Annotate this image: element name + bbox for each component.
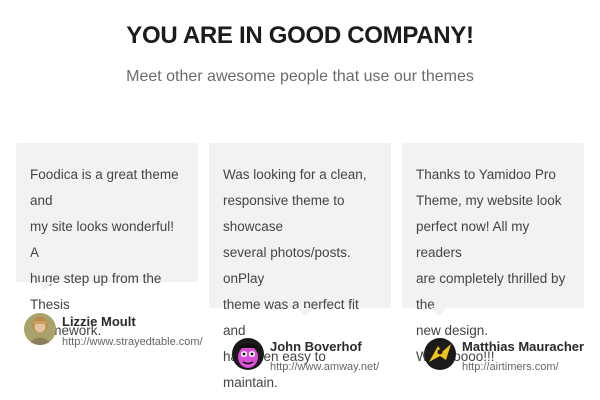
testimonial-text-line: Foodica is a great theme and	[30, 167, 179, 208]
section-title: YOU ARE IN GOOD COMPANY!	[126, 22, 474, 49]
card-pointer	[297, 308, 313, 316]
testimonial-text-line: several photos/posts. onPlay	[223, 245, 351, 286]
testimonial-text-line: Thanks to Yamidoo Pro	[416, 167, 556, 182]
testimonial-text-line: Theme, my website look	[416, 193, 562, 208]
testimonial-text-line: perfect now! All my readers	[416, 219, 530, 260]
author-website-link[interactable]: http://www.amway.net/	[270, 361, 379, 373]
testimonial-text-line: Was looking for a clean,	[223, 167, 367, 182]
testimonial-card: Foodica is a great theme and my site loo…	[16, 143, 198, 338]
card-pointer	[431, 308, 447, 316]
author-name: Matthias Mauracher	[462, 339, 585, 354]
testimonial-text-line: theme was a perfect fit and	[223, 297, 359, 338]
card-pointer	[37, 282, 53, 290]
section-subtitle: Meet other awesome people that use our t…	[126, 68, 474, 85]
testimonial-card: Thanks to Yamidoo Pro Theme, my website …	[402, 143, 584, 364]
author-website-link[interactable]: http://airtimers.com/	[462, 361, 559, 373]
testimonial-card: Was looking for a clean, responsive them…	[209, 143, 391, 390]
testimonial-text-line: huge step up from the Thesis	[30, 271, 162, 312]
author-name: John Boverhof	[270, 339, 362, 354]
author-name: Lizzie Moult	[62, 314, 136, 329]
avatar-yellow-logo-icon	[424, 338, 456, 370]
avatar-cartoon-face-icon	[232, 338, 264, 370]
author-website-link[interactable]: http://www.strayedtable.com/	[62, 336, 203, 348]
avatar-woman-photo-icon	[24, 313, 56, 345]
testimonial-text-line: my site looks wonderful! A	[30, 219, 175, 260]
testimonial-text-line: responsive theme to showcase	[223, 193, 345, 234]
